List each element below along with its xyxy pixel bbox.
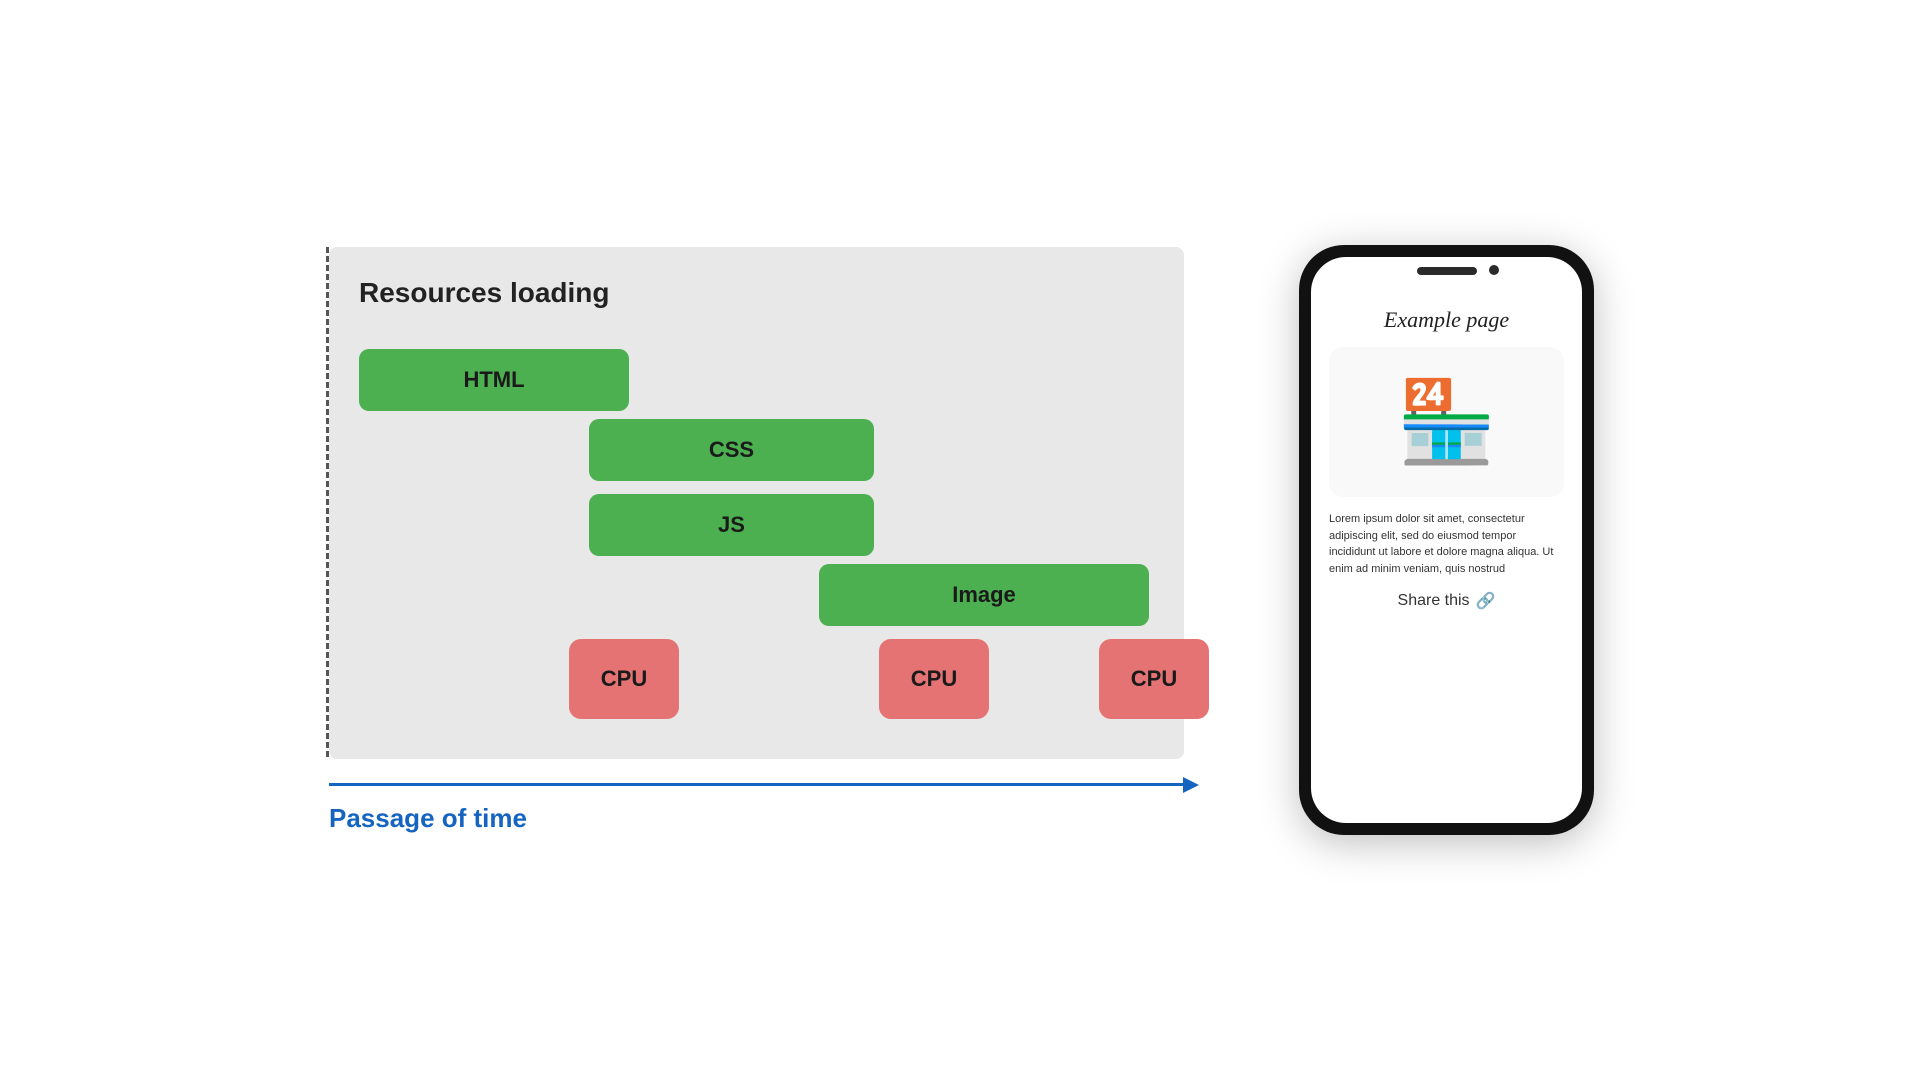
main-container: Resources loading HTML CSS JS	[0, 245, 1920, 835]
cpu-label-3: CPU	[1131, 666, 1177, 692]
cpu-box-3: CPU	[1099, 639, 1209, 719]
js-bar-label: JS	[718, 512, 745, 538]
phone-screen: Example page 🏪 Lorem ipsum dolor sit ame…	[1311, 257, 1582, 823]
cpu-label-2: CPU	[911, 666, 957, 692]
time-arrow	[329, 777, 1199, 793]
js-bar: JS	[589, 494, 874, 556]
diagram-section: Resources loading HTML CSS JS	[326, 247, 1199, 834]
phone-body-text: Lorem ipsum dolor sit amet, consectetur …	[1329, 511, 1564, 577]
phone-share-area[interactable]: Share this 🔗	[1398, 591, 1496, 611]
phone-card: 🏪	[1329, 347, 1564, 497]
time-line	[329, 783, 1183, 786]
html-bar: HTML	[359, 349, 629, 411]
image-bar-label: Image	[952, 582, 1016, 608]
image-bar: Image	[819, 564, 1149, 626]
phone-camera	[1489, 265, 1499, 275]
diagram-title: Resources loading	[359, 277, 1154, 309]
share-label: Share this	[1398, 592, 1470, 610]
phone-section: Example page 🏪 Lorem ipsum dolor sit ame…	[1299, 245, 1594, 835]
cpu-box-1: CPU	[569, 639, 679, 719]
cpu-box-2: CPU	[879, 639, 989, 719]
resources-area: HTML CSS JS Image CP	[359, 339, 1154, 719]
html-bar-label: HTML	[463, 367, 524, 393]
time-section	[326, 777, 1199, 793]
time-arrowhead	[1183, 777, 1199, 793]
css-bar: CSS	[589, 419, 874, 481]
phone-frame: Example page 🏪 Lorem ipsum dolor sit ame…	[1299, 245, 1594, 835]
share-link-icon: 🔗	[1476, 591, 1496, 611]
css-bar-label: CSS	[709, 437, 754, 463]
time-label: Passage of time	[326, 803, 527, 834]
diagram-box: Resources loading HTML CSS JS	[329, 247, 1184, 759]
store-icon: 🏪	[1397, 382, 1497, 462]
phone-speaker	[1417, 267, 1477, 275]
cpu-label-1: CPU	[601, 666, 647, 692]
diagram-wrapper: Resources loading HTML CSS JS	[326, 247, 1184, 759]
phone-page-title: Example page	[1384, 307, 1509, 333]
